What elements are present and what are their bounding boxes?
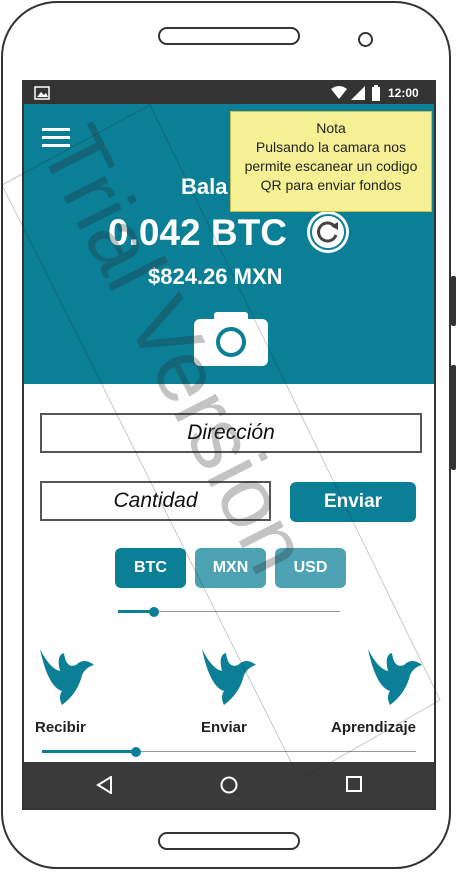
tooltip-line: QR para enviar fondos xyxy=(260,177,402,193)
slider-thumb[interactable] xyxy=(131,747,141,757)
tooltip-line: Pulsando la camara nos xyxy=(255,139,407,155)
bottom-speaker xyxy=(158,832,300,850)
balance-label: Bala xyxy=(181,174,228,199)
amount-placeholder: Cantidad xyxy=(113,489,198,512)
home-icon[interactable] xyxy=(220,776,238,794)
front-camera xyxy=(358,32,373,47)
menu-slider[interactable] xyxy=(42,742,416,762)
tab-btc[interactable]: BTC xyxy=(115,548,186,588)
image-notification-icon xyxy=(34,86,50,100)
battery-icon xyxy=(372,85,380,101)
signal-icon xyxy=(351,86,365,100)
menu-label-enviar[interactable]: Enviar xyxy=(201,719,247,736)
menu-label-aprendizaje[interactable]: Aprendizaje xyxy=(331,719,416,736)
refresh-button[interactable] xyxy=(307,211,349,253)
enviar-bird-icon[interactable] xyxy=(198,647,258,711)
navigation-bar xyxy=(24,762,434,808)
status-bar: 12:00 xyxy=(24,82,434,104)
menu-label-recibir[interactable]: Recibir xyxy=(35,719,86,736)
back-icon[interactable] xyxy=(96,776,114,794)
wifi-icon xyxy=(331,86,347,99)
recibir-bird-icon[interactable] xyxy=(36,647,96,711)
tooltip-title: Nota xyxy=(316,120,346,136)
tooltip-line: permite escanear un codigo xyxy=(244,158,418,174)
camera-tooltip-note: Nota Pulsando la camara nos permite esca… xyxy=(230,111,432,212)
recents-icon[interactable] xyxy=(346,776,362,792)
side-button-lower xyxy=(451,365,456,470)
side-button-upper xyxy=(451,276,456,326)
slider-fill xyxy=(42,750,136,753)
refresh-icon xyxy=(310,214,346,250)
status-time: 12:00 xyxy=(388,86,419,100)
aprendizaje-bird-icon[interactable] xyxy=(364,647,424,711)
currency-slider[interactable] xyxy=(118,602,340,622)
earpiece-speaker xyxy=(158,27,300,45)
slider-thumb[interactable] xyxy=(149,607,159,617)
